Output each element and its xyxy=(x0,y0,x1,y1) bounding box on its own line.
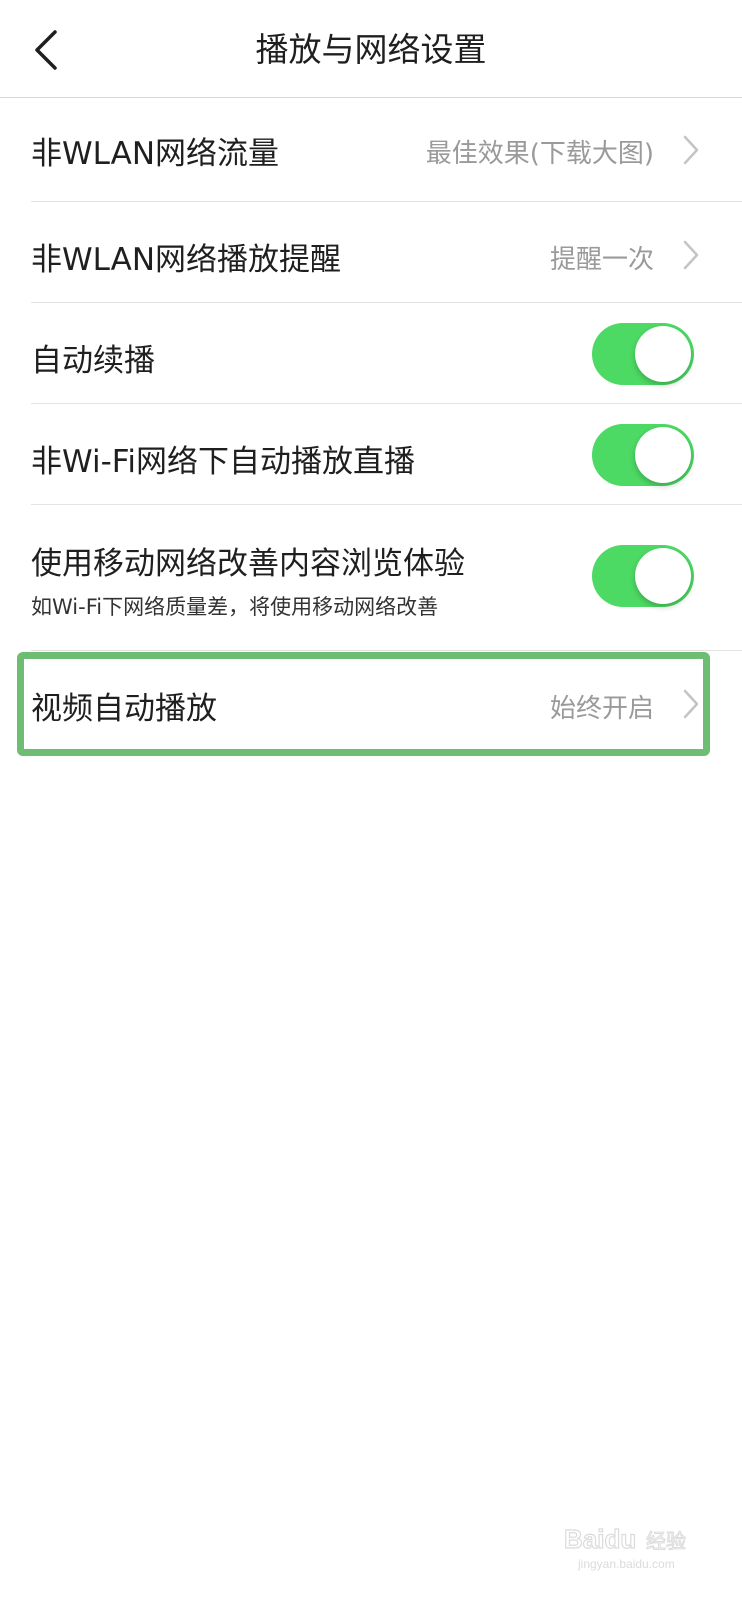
mobile-network-improve-toggle[interactable] xyxy=(592,545,694,607)
setting-non-wlan-play-reminder[interactable]: 非WLAN网络播放提醒 提醒一次 xyxy=(31,202,742,303)
setting-label: 视频自动播放 xyxy=(31,691,217,727)
chevron-right-icon xyxy=(683,135,699,165)
auto-continue-toggle[interactable] xyxy=(592,323,694,385)
watermark-brand: Baidu xyxy=(564,1524,636,1554)
chevron-right-icon xyxy=(683,689,699,719)
setting-value: 始终开启 xyxy=(549,694,654,724)
setting-label: 自动续播 xyxy=(31,343,155,379)
setting-mobile-network-improve: 使用移动网络改善内容浏览体验 如Wi-Fi下网络质量差，将使用移动网络改善 xyxy=(31,505,742,651)
setting-non-wlan-traffic[interactable]: 非WLAN网络流量 最佳效果(下载大图) xyxy=(31,98,742,202)
watermark-subtitle: 经验 xyxy=(646,1529,686,1553)
auto-play-live-toggle[interactable] xyxy=(592,424,694,486)
setting-label: 使用移动网络改善内容浏览体验 xyxy=(31,546,465,582)
toggle-knob xyxy=(635,427,691,483)
toggle-knob xyxy=(635,548,691,604)
setting-auto-continue: 自动续播 xyxy=(31,303,742,404)
chevron-right-icon xyxy=(683,240,699,270)
settings-page: 播放与网络设置 非WLAN网络流量 最佳效果(下载大图) 非WLAN网络播放提醒… xyxy=(0,0,742,1600)
setting-auto-play-live: 非Wi-Fi网络下自动播放直播 xyxy=(31,404,742,505)
setting-value: 提醒一次 xyxy=(549,245,654,275)
setting-value: 最佳效果(下载大图) xyxy=(425,139,654,169)
setting-label: 非Wi-Fi网络下自动播放直播 xyxy=(31,444,415,480)
nav-bar: 播放与网络设置 xyxy=(0,0,742,98)
baidu-jingyan-watermark: Baidu 经验 jingyan.baidu.com xyxy=(564,1523,687,1571)
page-title: 播放与网络设置 xyxy=(255,30,487,69)
watermark-site: jingyan.baidu.com xyxy=(577,1557,675,1571)
setting-video-autoplay[interactable]: 视频自动播放 始终开启 xyxy=(31,651,742,755)
setting-label: 非WLAN网络播放提醒 xyxy=(31,242,342,278)
toggle-knob xyxy=(635,326,691,382)
setting-sublabel: 如Wi-Fi下网络质量差，将使用移动网络改善 xyxy=(31,595,439,619)
setting-label: 非WLAN网络流量 xyxy=(31,136,280,172)
